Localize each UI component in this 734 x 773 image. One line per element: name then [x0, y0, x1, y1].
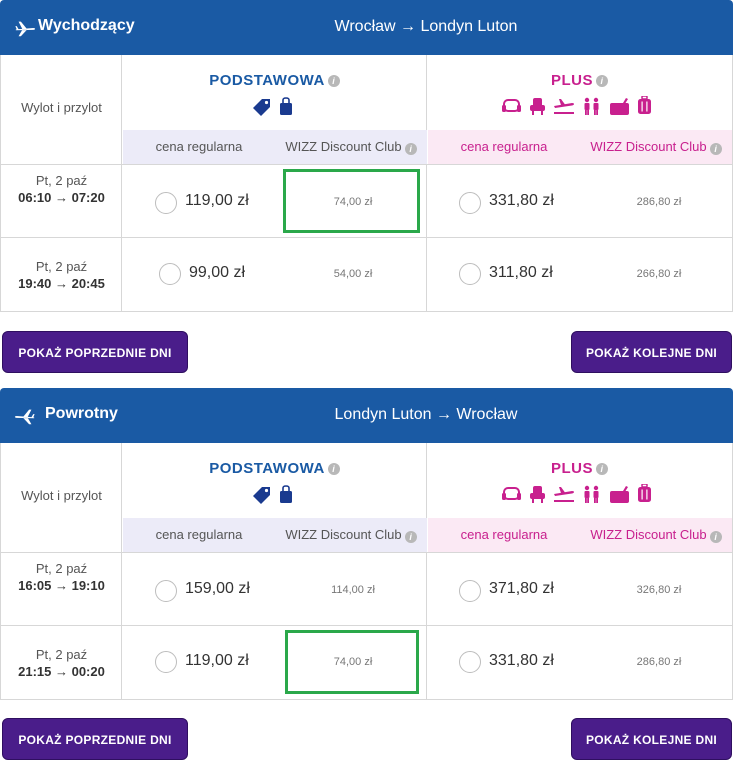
- info-icon[interactable]: i: [404, 143, 417, 155]
- regular-price-label: cena regularna: [460, 527, 548, 542]
- priority-boarding-icon: [584, 485, 599, 503]
- info-icon[interactable]: i: [404, 531, 417, 543]
- basic-regular-price[interactable]: 119,00 zł: [185, 192, 249, 210]
- fare-radio-basic[interactable]: [155, 580, 177, 602]
- column-label: Wylot i przylot: [21, 488, 102, 503]
- flight-times: 16:05 → 19:10: [18, 578, 105, 593]
- fare-radio-plus[interactable]: [459, 580, 481, 602]
- priority-boarding-icon: [584, 97, 599, 115]
- plus-regular-price[interactable]: 371,80 zł: [489, 580, 554, 598]
- regular-price-label: cena regularna: [155, 527, 243, 542]
- check-in-icon: [554, 99, 574, 114]
- show-previous-days-button[interactable]: POKAŻ POPRZEDNIE DNI: [2, 331, 188, 373]
- basic-bundle-icons: [251, 96, 293, 116]
- seat-selection-icon: [530, 486, 545, 503]
- departure-plane-icon: [15, 21, 36, 37]
- show-next-days-button[interactable]: POKAŻ KOLEJNE DNI: [571, 718, 732, 760]
- fare-basic-title: PODSTAWOWA i: [122, 460, 427, 477]
- cabin-bag-icon: [610, 98, 629, 115]
- flight-date-time: Pt, 2 paź 16:05 → 19:10: [1, 560, 122, 594]
- regular-price-label: cena regularna: [460, 139, 548, 154]
- seat-icon: [502, 487, 521, 500]
- column-label: Wylot i przylot: [21, 100, 102, 115]
- return-header: Powrotny Londyn Luton → Wrocław: [0, 388, 733, 443]
- flight-day: Pt, 2 paź: [35, 561, 88, 576]
- plus-bundle-icons: [501, 484, 652, 504]
- plus-price-subheader: cena regularna WIZZ Discount Club i: [428, 518, 732, 552]
- fare-radio-plus[interactable]: [459, 651, 481, 673]
- fare-radio-basic[interactable]: [155, 192, 177, 214]
- basic-bundle-icons: [251, 484, 293, 504]
- flight-day: Pt, 2 paź: [35, 173, 88, 188]
- info-icon[interactable]: i: [709, 143, 722, 155]
- section-title: Powrotny: [45, 405, 118, 422]
- plus-club-price[interactable]: 286,80 zł: [599, 196, 719, 208]
- small-bag-icon: [280, 97, 292, 115]
- route-label: Londyn Luton → Wrocław: [334, 406, 518, 423]
- tag-icon: [253, 487, 270, 504]
- basic-price-subheader: cena regularna WIZZ Discount Club i: [123, 130, 427, 164]
- club-price-label: WIZZ Discount Club i: [275, 130, 427, 164]
- flight-times: 06:10 → 07:20: [18, 190, 105, 205]
- plus-price-subheader: cena regularna WIZZ Discount Club i: [428, 130, 732, 164]
- flight-date-time: Pt, 2 paź 21:15 → 00:20: [1, 646, 122, 680]
- fare-plus-title: PLUS i: [427, 72, 732, 89]
- checked-bag-icon: [638, 484, 651, 502]
- basic-club-price[interactable]: 54,00 zł: [293, 268, 413, 280]
- basic-club-price[interactable]: 114,00 zł: [293, 584, 413, 596]
- basic-regular-price[interactable]: 119,00 zł: [185, 652, 249, 670]
- fare-radio-plus[interactable]: [459, 263, 481, 285]
- plus-club-price[interactable]: 286,80 zł: [599, 656, 719, 668]
- regular-price-label: cena regularna: [155, 139, 243, 154]
- plus-regular-price[interactable]: 311,80 zł: [489, 264, 553, 282]
- plus-club-price[interactable]: 266,80 zł: [599, 268, 719, 280]
- plus-bundle-icons: [501, 96, 652, 116]
- show-previous-days-button[interactable]: POKAŻ POPRZEDNIE DNI: [2, 718, 188, 760]
- info-icon[interactable]: i: [327, 463, 340, 475]
- flight-day: Pt, 2 paź: [35, 647, 88, 662]
- fare-radio-plus[interactable]: [459, 192, 481, 214]
- outbound-header: Wychodzący Wrocław → Londyn Luton: [0, 0, 733, 55]
- fare-radio-basic[interactable]: [159, 263, 181, 285]
- return-plane-icon: [14, 409, 35, 425]
- club-price-label: WIZZ Discount Club i: [275, 518, 427, 552]
- show-next-days-button[interactable]: POKAŻ KOLEJNE DNI: [571, 331, 732, 373]
- flight-times: 21:15 → 00:20: [18, 664, 105, 679]
- club-price-label: WIZZ Discount Club i: [580, 130, 732, 164]
- fare-plus-title: PLUS i: [427, 460, 732, 477]
- section-title: Wychodzący: [38, 17, 135, 34]
- small-bag-icon: [280, 485, 292, 503]
- fare-basic-title: PODSTAWOWA i: [122, 72, 427, 89]
- seat-icon: [502, 99, 521, 112]
- plus-regular-price[interactable]: 331,80 zł: [489, 192, 554, 210]
- seat-selection-icon: [530, 98, 545, 115]
- fare-radio-basic[interactable]: [155, 651, 177, 673]
- basic-regular-price[interactable]: 159,00 zł: [185, 580, 250, 598]
- plus-regular-price[interactable]: 331,80 zł: [489, 652, 554, 670]
- flight-day: Pt, 2 paź: [35, 259, 88, 274]
- info-icon[interactable]: i: [596, 463, 608, 475]
- highlight-box: [285, 630, 419, 694]
- basic-regular-price[interactable]: 99,00 zł: [189, 264, 245, 282]
- info-icon[interactable]: i: [327, 75, 340, 87]
- info-icon[interactable]: i: [709, 531, 722, 543]
- check-in-icon: [554, 487, 574, 502]
- highlight-box: [283, 169, 420, 233]
- flight-times: 19:40 → 20:45: [18, 276, 105, 291]
- club-price-label: WIZZ Discount Club i: [580, 518, 732, 552]
- info-icon[interactable]: i: [596, 75, 608, 87]
- cabin-bag-icon: [610, 486, 629, 503]
- tag-icon: [253, 99, 270, 116]
- flight-date-time: Pt, 2 paź 19:40 → 20:45: [1, 258, 122, 292]
- plus-club-price[interactable]: 326,80 zł: [599, 584, 719, 596]
- checked-bag-icon: [638, 96, 651, 114]
- basic-price-subheader: cena regularna WIZZ Discount Club i: [123, 518, 427, 552]
- route-label: Wrocław → Londyn Luton: [334, 18, 518, 35]
- flight-date-time: Pt, 2 paź 06:10 → 07:20: [1, 172, 122, 206]
